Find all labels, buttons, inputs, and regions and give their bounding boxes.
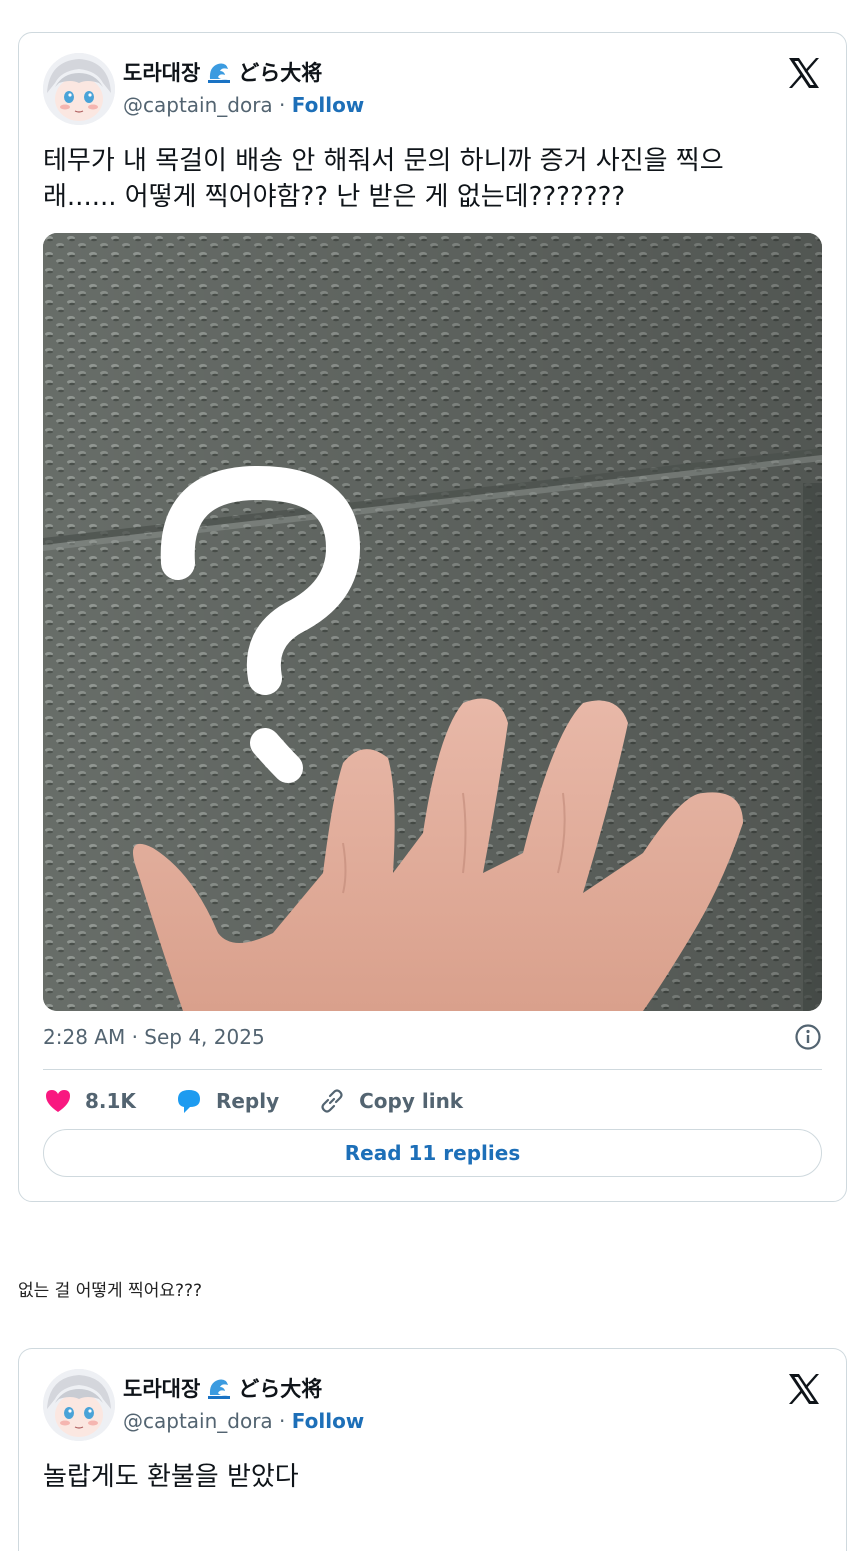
display-name[interactable]: 도라대장 [123, 1373, 200, 1403]
like-button[interactable]: 8.1K [43, 1086, 136, 1116]
heart-icon [46, 1090, 70, 1112]
author-name-line: 도라대장 どら大将 [123, 57, 322, 87]
handle-line: @captain_dora · Follow [123, 93, 364, 117]
reply-label: Reply [215, 1089, 280, 1113]
x-logo-icon[interactable] [786, 55, 822, 91]
follow-button[interactable]: Follow [292, 1409, 365, 1433]
reply-bubble-icon [177, 1090, 200, 1113]
tweet-text: 테무가 내 목걸이 배송 안 해줘서 문의 하니까 증거 사진을 찍으 래...… [43, 143, 822, 215]
avatar[interactable] [43, 53, 115, 125]
link-icon [321, 1089, 343, 1113]
x-logo-icon[interactable] [786, 1371, 822, 1407]
tweet-card: 도라대장 どら大将 @captain_dora · Follow 테무가 내 목… [18, 32, 847, 1202]
wave-badge-icon [206, 1375, 232, 1401]
display-name[interactable]: 도라대장 [123, 57, 200, 87]
separator: · [279, 1409, 286, 1433]
tweet-card: 도라대장 どら大将 @captain_dora · Follow 놀랍게도 환불… [18, 1348, 847, 1551]
tweet-header: 도라대장 どら大将 @captain_dora · Follow [43, 51, 822, 125]
copy-link-button[interactable]: Copy link [317, 1086, 463, 1116]
tweet-text-line: 래...... 어떻게 찍어야함?? 난 받은 게 없는데??????? [43, 182, 626, 212]
info-icon[interactable] [794, 1023, 822, 1051]
action-bar: 8.1K Reply Copy link [43, 1083, 501, 1119]
tweet-text-line: 테무가 내 목걸이 배송 안 해줘서 문의 하니까 증거 사진을 찍으 [43, 146, 724, 176]
timestamp[interactable]: 2:28 AM · Sep 4, 2025 [43, 1025, 265, 1049]
reply-button[interactable]: Reply [174, 1086, 279, 1116]
like-count: 8.1K [85, 1089, 136, 1113]
tweet-photo[interactable] [43, 233, 822, 1011]
author-name-line: 도라대장 どら大将 [123, 1373, 322, 1403]
tweet-text: 놀랍게도 환불을 받았다 [43, 1462, 299, 1492]
post-caption: 없는 걸 어떻게 찍어요??? [18, 1281, 203, 1301]
divider [43, 1069, 822, 1070]
display-name-suffix: どら大将 [238, 1377, 323, 1401]
handle[interactable]: @captain_dora [123, 1409, 273, 1433]
display-name-suffix: どら大将 [238, 61, 323, 85]
avatar[interactable] [43, 1369, 115, 1441]
copy-link-label: Copy link [359, 1089, 464, 1113]
follow-button[interactable]: Follow [292, 93, 365, 117]
tweet-header: 도라대장 どら大将 @captain_dora · Follow [43, 1367, 822, 1441]
separator: · [279, 93, 286, 117]
wave-badge-icon [206, 59, 232, 85]
handle-line: @captain_dora · Follow [123, 1409, 364, 1433]
read-replies-button[interactable]: Read 11 replies [43, 1129, 822, 1177]
handle[interactable]: @captain_dora [123, 93, 273, 117]
